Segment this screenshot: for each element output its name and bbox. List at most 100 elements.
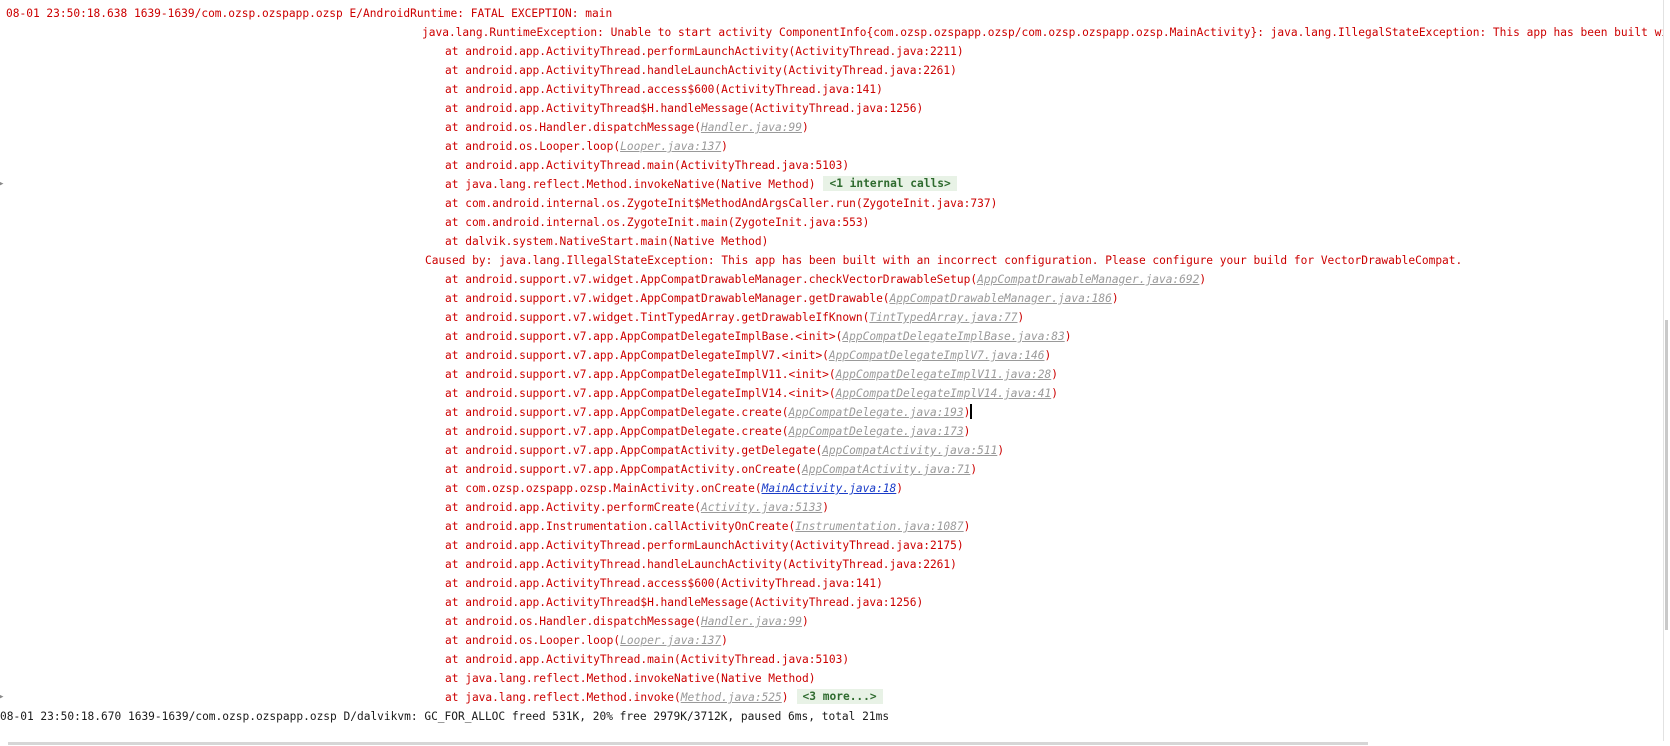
stack-frame-line: at java.lang.reflect.Method.invokeNative…: [0, 669, 1664, 688]
source-link[interactable]: AppCompatDelegateImplV11.java:28: [836, 368, 1052, 381]
line-text: at java.lang.reflect.Method.invokeNative…: [445, 672, 816, 685]
source-link[interactable]: AppCompatDrawableManager.java:186: [890, 292, 1112, 305]
stack-frame-line: at android.app.ActivityThread.access$600…: [0, 80, 1664, 99]
stack-frame-line: at android.app.ActivityThread.performLau…: [0, 42, 1664, 61]
stack-frame-line: at dalvik.system.NativeStart.main(Native…: [0, 232, 1664, 251]
line-text: at android.support.v7.app.AppCompatActiv…: [445, 444, 823, 457]
stack-frame-line: at android.app.ActivityThread.performLau…: [0, 536, 1664, 555]
stack-frame-line: at android.support.v7.app.AppCompatDeleg…: [0, 346, 1664, 365]
source-link[interactable]: Looper.java:137: [620, 634, 721, 647]
line-text-suffix: ): [963, 406, 971, 419]
stack-frame-line: at android.support.v7.app.AppCompatDeleg…: [0, 403, 1664, 422]
line-text: at android.app.Activity.performCreate(: [445, 501, 701, 514]
line-text: at android.app.ActivityThread.main(Activ…: [445, 159, 850, 172]
stack-frame-line: at android.app.Instrumentation.callActiv…: [0, 517, 1664, 536]
line-text: at android.app.ActivityThread.access$600…: [445, 577, 883, 590]
line-text-suffix: ): [1044, 349, 1052, 362]
line-text: at android.os.Looper.loop(: [445, 140, 621, 153]
horizontal-scrollbar-thumb[interactable]: [8, 742, 1368, 745]
line-text: at java.lang.reflect.Method.invoke(: [445, 691, 681, 704]
line-text: at com.android.internal.os.ZygoteInit.ma…: [445, 216, 870, 229]
text-caret: [970, 404, 973, 419]
line-text-suffix: ): [721, 140, 728, 153]
source-link[interactable]: AppCompatDelegate.java:193: [789, 406, 964, 419]
vertical-scrollbar-thumb[interactable]: [1665, 320, 1668, 630]
stack-frame-line: at com.android.internal.os.ZygoteInit.ma…: [0, 213, 1664, 232]
stack-frame-line: at android.app.ActivityThread.main(Activ…: [0, 156, 1664, 175]
source-link[interactable]: Activity.java:5133: [701, 501, 822, 514]
line-text-suffix: ): [721, 634, 728, 647]
stack-frame-line: at android.os.Looper.loop(Looper.java:13…: [0, 631, 1664, 650]
vertical-scrollbar[interactable]: [1663, 0, 1670, 746]
stack-frame-line: at android.support.v7.app.AppCompatDeleg…: [0, 422, 1664, 441]
source-link[interactable]: AppCompatActivity.java:511: [822, 444, 997, 457]
line-text: at com.android.internal.os.ZygoteInit$Me…: [445, 197, 998, 210]
line-text: at android.os.Handler.dispatchMessage(: [445, 121, 701, 134]
source-link[interactable]: Handler.java:99: [701, 615, 802, 628]
source-link[interactable]: AppCompatDelegateImplV14.java:41: [836, 387, 1052, 400]
source-link[interactable]: MainActivity.java:18: [762, 482, 897, 495]
horizontal-scrollbar[interactable]: [0, 741, 1664, 746]
fold-calls-chip[interactable]: <3 more...>: [796, 689, 883, 704]
line-text: 08-01 23:50:18.638 1639-1639/com.ozsp.oz…: [6, 7, 613, 20]
stack-frame-line: at android.support.v7.app.AppCompatActiv…: [0, 460, 1664, 479]
fold-arrow-icon[interactable]: ▸: [0, 180, 4, 189]
source-link[interactable]: AppCompatDelegate.java:173: [789, 425, 964, 438]
stack-frame-line: at android.support.v7.widget.TintTypedAr…: [0, 308, 1664, 327]
line-text-suffix: ): [997, 444, 1005, 457]
stack-frame-line: at android.app.ActivityThread.handleLaun…: [0, 555, 1664, 574]
stack-frame-line: at android.app.ActivityThread.main(Activ…: [0, 650, 1664, 669]
line-text-suffix: ): [896, 482, 904, 495]
stack-frame-line: at android.support.v7.widget.AppCompatDr…: [0, 270, 1664, 289]
line-text: at java.lang.reflect.Method.invokeNative…: [445, 178, 816, 191]
stack-frame-line: at com.ozsp.ozspapp.ozsp.MainActivity.on…: [0, 479, 1664, 498]
line-text-suffix: ): [802, 615, 809, 628]
source-link[interactable]: AppCompatDelegateImplV7.java:146: [829, 349, 1045, 362]
source-link[interactable]: TintTypedArray.java:77: [869, 311, 1017, 324]
stack-frame-line: at android.os.Looper.loop(Looper.java:13…: [0, 137, 1664, 156]
line-text: at android.app.ActivityThread.performLau…: [445, 45, 964, 58]
stack-frame-line: at android.app.ActivityThread.handleLaun…: [0, 61, 1664, 80]
line-text: at android.support.v7.widget.AppCompatDr…: [445, 292, 890, 305]
line-text-suffix: ): [963, 520, 971, 533]
logcat-panel[interactable]: 08-01 23:50:18.638 1639-1639/com.ozsp.oz…: [0, 0, 1670, 746]
line-text: at android.app.ActivityThread.handleLaun…: [445, 64, 957, 77]
line-text: at android.app.ActivityThread.main(Activ…: [445, 653, 850, 666]
source-link[interactable]: Looper.java:137: [620, 140, 721, 153]
stack-frame-line: at android.app.ActivityThread$H.handleMe…: [0, 99, 1664, 118]
line-text: at android.support.v7.widget.AppCompatDr…: [445, 273, 978, 286]
source-link[interactable]: AppCompatDelegateImplBase.java:83: [842, 330, 1064, 343]
source-link[interactable]: Handler.java:99: [701, 121, 802, 134]
stack-frame-line: at android.app.ActivityThread.access$600…: [0, 574, 1664, 593]
stack-frame-line: at android.app.ActivityThread$H.handleMe…: [0, 593, 1664, 612]
stack-frame-line: at android.support.v7.app.AppCompatDeleg…: [0, 384, 1664, 403]
stack-frame-line: at android.support.v7.app.AppCompatActiv…: [0, 441, 1664, 460]
log-entry-line: 08-01 23:50:18.670 1639-1639/com.ozsp.oz…: [0, 707, 1664, 726]
line-text: at android.app.ActivityThread$H.handleMe…: [445, 596, 924, 609]
line-text-suffix: ): [1064, 330, 1072, 343]
exception-line: java.lang.RuntimeException: Unable to st…: [0, 23, 1670, 42]
line-text: at android.support.v7.app.AppCompatDeleg…: [445, 425, 789, 438]
source-link[interactable]: Method.java:525: [681, 691, 782, 704]
source-link[interactable]: Instrumentation.java:1087: [795, 520, 963, 533]
fold-calls-chip[interactable]: <1 internal calls>: [823, 176, 957, 191]
line-text: at android.os.Looper.loop(: [445, 634, 621, 647]
line-text: at dalvik.system.NativeStart.main(Native…: [445, 235, 769, 248]
line-text: at com.ozsp.ozspapp.ozsp.MainActivity.on…: [445, 482, 762, 495]
line-text: at android.support.v7.app.AppCompatDeleg…: [445, 349, 829, 362]
line-text: at android.support.v7.app.AppCompatActiv…: [445, 463, 802, 476]
line-text: java.lang.RuntimeException: Unable to st…: [422, 26, 1670, 39]
line-text-suffix: ): [1199, 273, 1207, 286]
fold-arrow-icon[interactable]: ▸: [0, 693, 4, 702]
stack-frame-line: ▸ at java.lang.reflect.Method.invokeNativ…: [0, 175, 1664, 194]
stack-frame-line: ▸ at java.lang.reflect.Method.invoke(Meth…: [0, 688, 1664, 707]
stack-frame-line: at android.support.v7.widget.AppCompatDr…: [0, 289, 1664, 308]
line-text-suffix: ): [1051, 368, 1058, 381]
stack-frame-line: at android.support.v7.app.AppCompatDeleg…: [0, 327, 1664, 346]
stack-frame-line: at android.support.v7.app.AppCompatDeleg…: [0, 365, 1664, 384]
log-lines: 08-01 23:50:18.638 1639-1639/com.ozsp.oz…: [0, 4, 1670, 726]
source-link[interactable]: AppCompatDrawableManager.java:692: [977, 273, 1199, 286]
line-text: at android.support.v7.app.AppCompatDeleg…: [445, 368, 836, 381]
line-text: at android.support.v7.app.AppCompatDeleg…: [445, 406, 789, 419]
source-link[interactable]: AppCompatActivity.java:71: [802, 463, 970, 476]
